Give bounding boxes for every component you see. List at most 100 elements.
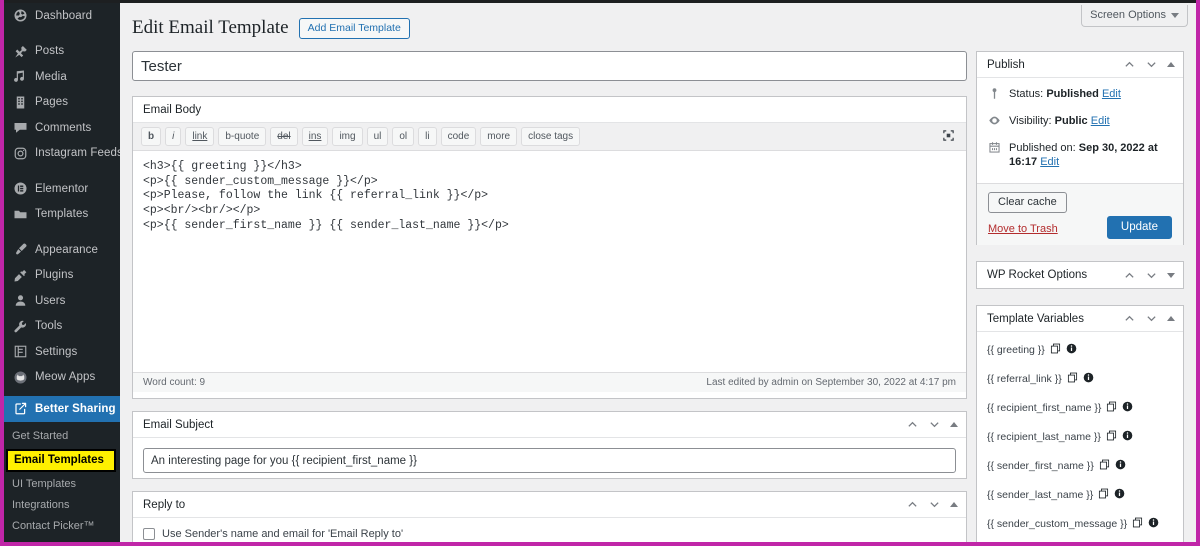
brush-icon [12,242,28,258]
toolbar-button-italic[interactable]: i [165,127,182,146]
sidebar-item-instagram-feeds[interactable]: Instagram Feeds [4,141,123,167]
edit-date-link[interactable]: Edit [1040,156,1059,168]
email-subject-input[interactable] [143,448,956,473]
toolbar-button-del[interactable]: del [270,127,298,146]
move-down-icon[interactable] [928,498,941,511]
comments-icon [12,120,28,136]
email-subject-panel: Email Subject [132,411,967,479]
sidebar-item-better-sharing[interactable]: Better Sharing [4,396,120,422]
move-down-icon[interactable] [928,418,941,431]
sidebar-item-label: Media [35,70,67,83]
distraction-free-icon[interactable] [941,128,956,148]
email-subject-body [133,438,966,482]
toggle-panel-icon[interactable] [950,502,958,507]
info-icon[interactable] [1122,428,1133,446]
edit-status-link[interactable]: Edit [1102,88,1121,100]
screen-options-button[interactable]: Screen Options [1081,5,1188,27]
template-title-input[interactable] [132,51,967,81]
copy-icon[interactable] [1106,428,1117,446]
update-button[interactable]: Update [1106,216,1172,239]
last-edited-label: Last edited by admin on September 30, 20… [706,377,956,388]
submenu-item-ui-templates[interactable]: UI Templates [4,474,120,495]
sidebar-item-pages[interactable]: Pages [4,90,120,116]
page-title: Edit Email Template [132,17,289,38]
toolbar-button-more[interactable]: more [480,127,518,146]
toolbar-button-ins[interactable]: ins [301,127,329,146]
move-up-icon[interactable] [1123,269,1136,282]
move-up-icon[interactable] [906,498,919,511]
toolbar-button-b-quote[interactable]: b-quote [218,127,267,146]
info-icon[interactable] [1115,457,1126,475]
sidebar-item-dashboard[interactable]: Dashboard [4,3,120,29]
sidebar-item-tools[interactable]: Tools [4,314,120,340]
submenu-item-integrations[interactable]: Integrations [4,495,120,516]
copy-icon[interactable] [1050,341,1061,359]
panel-actions [1123,58,1175,71]
copy-icon[interactable] [1106,399,1117,417]
info-icon[interactable] [1148,515,1159,533]
toggle-panel-icon[interactable] [1167,272,1175,278]
page-header: Edit Email Template Add Email Template [132,17,410,39]
sidebar-item-users[interactable]: Users [4,288,120,314]
toolbar-button-ul[interactable]: ul [366,127,389,146]
move-down-icon[interactable] [1145,312,1158,325]
sidebar-item-meow-apps[interactable]: Meow Apps [4,365,120,391]
clear-cache-button[interactable]: Clear cache [988,192,1067,213]
toggle-panel-icon[interactable] [1167,62,1175,67]
use-sender-checkbox[interactable] [143,528,155,540]
email-body-textarea[interactable]: <h3>{{ greeting }}</h3> <p>{{ sender_cus… [133,151,966,372]
panel-title: Email Body [143,103,202,116]
sidebar-item-label: Users [35,294,66,307]
sidebar-item-templates[interactable]: Templates [4,202,120,228]
sidebar-item-appearance[interactable]: Appearance [4,237,120,263]
toolbar-button-close-tags[interactable]: close tags [521,127,581,146]
sidebar-item-elementor[interactable]: Elementor [4,176,120,202]
add-email-template-button[interactable]: Add Email Template [298,17,410,39]
template-variable-name: {{ referral_link }} [987,373,1062,385]
publish-status-row: Status: Published Edit [988,87,1172,104]
move-down-icon[interactable] [1145,58,1158,71]
sidebar-item-label: Templates [35,208,89,221]
move-down-icon[interactable] [1145,269,1158,282]
edit-visibility-link[interactable]: Edit [1091,115,1110,127]
toolbar-button-link[interactable]: link [185,127,215,146]
sidebar-item-comments[interactable]: Comments [4,115,120,141]
toolbar-button-code[interactable]: code [440,127,477,146]
move-to-trash-link[interactable]: Move to Trash [988,223,1058,235]
copy-icon[interactable] [1132,515,1143,533]
submenu-item-email-templates[interactable]: Email Templates [14,454,104,466]
toolbar-button-img[interactable]: img [332,127,363,146]
template-variable-name: {{ sender_custom_message }} [987,518,1128,530]
sidebar-item-media[interactable]: Media [4,64,120,90]
info-icon[interactable] [1122,399,1133,417]
submenu-item-contact-picker[interactable]: Contact Picker™ [4,516,120,537]
move-up-icon[interactable] [1123,312,1136,325]
toggle-panel-icon[interactable] [950,422,958,427]
calendar-icon [988,141,1002,158]
pages-icon [12,94,28,110]
info-icon[interactable] [1066,341,1077,359]
sidebar-item-settings[interactable]: Settings [4,339,120,365]
wrench-icon [12,318,28,334]
submenu-item-get-started[interactable]: Get Started [4,426,120,447]
sidebar-item-plugins[interactable]: Plugins [4,263,120,289]
toggle-panel-icon[interactable] [1167,316,1175,321]
sidebar-item-posts[interactable]: Posts [4,39,120,65]
copy-icon[interactable] [1098,486,1109,504]
toolbar-button-li[interactable]: li [418,127,437,146]
wp-rocket-panel-header[interactable]: WP Rocket Options [977,262,1183,288]
info-icon[interactable] [1083,370,1094,388]
copy-icon[interactable] [1099,457,1110,475]
share-icon [12,401,28,417]
publish-visibility-row: Visibility: Public Edit [988,114,1172,131]
toolbar-button-bold[interactable]: b [141,127,162,146]
publish-panel-footer: Clear cache Move to Trash Update [977,183,1183,245]
copy-icon[interactable] [1067,370,1078,388]
panel-actions [1123,269,1175,282]
elementor-icon [12,181,28,197]
info-icon[interactable] [1114,486,1125,504]
move-up-icon[interactable] [1123,58,1136,71]
move-up-icon[interactable] [906,418,919,431]
toolbar-button-ol[interactable]: ol [392,127,415,146]
word-count-label: Word count: 9 [143,377,206,388]
